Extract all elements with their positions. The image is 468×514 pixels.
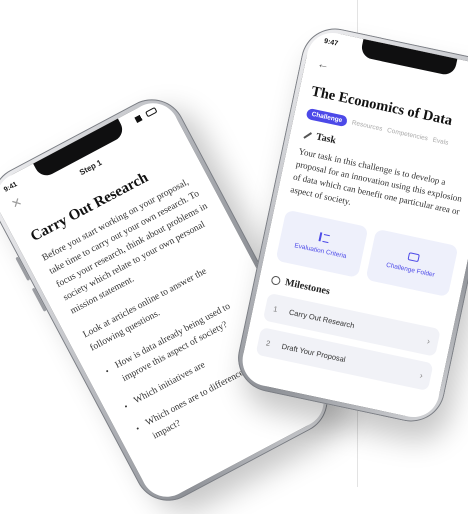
evaluation-criteria-card[interactable]: Evaluation Criteria — [275, 209, 369, 278]
status-time: 9:47 — [323, 37, 339, 48]
chevron-right-icon: › — [426, 335, 432, 347]
tab-challenge[interactable]: Challenge — [305, 107, 349, 128]
signal-icon — [134, 112, 147, 123]
tab-competencies[interactable]: Competencies — [386, 127, 428, 142]
challenge-folder-card[interactable]: Challenge Folder — [365, 228, 459, 298]
phone-right: 9:47 ← The Economics of Data Challenge R… — [231, 22, 468, 428]
folder-icon — [407, 251, 420, 262]
milestones-heading-label: Milestones — [283, 277, 331, 298]
tab-resources[interactable]: Resources — [351, 119, 383, 132]
status-time: 9:41 — [2, 180, 19, 194]
battery-icon — [145, 106, 158, 118]
card-label: Evaluation Criteria — [293, 242, 348, 261]
list-icon — [317, 232, 329, 243]
chevron-right-icon: › — [418, 370, 424, 381]
right-screen: 9:47 ← The Economics of Data Challenge R… — [237, 28, 468, 422]
card-label: Challenge Folder — [385, 261, 436, 279]
pencil-icon — [301, 129, 312, 140]
clock-icon — [270, 275, 282, 286]
tab-evals[interactable]: Evals — [432, 137, 449, 147]
task-heading-label: Task — [314, 131, 338, 147]
back-arrow-icon[interactable]: ← — [316, 56, 331, 72]
